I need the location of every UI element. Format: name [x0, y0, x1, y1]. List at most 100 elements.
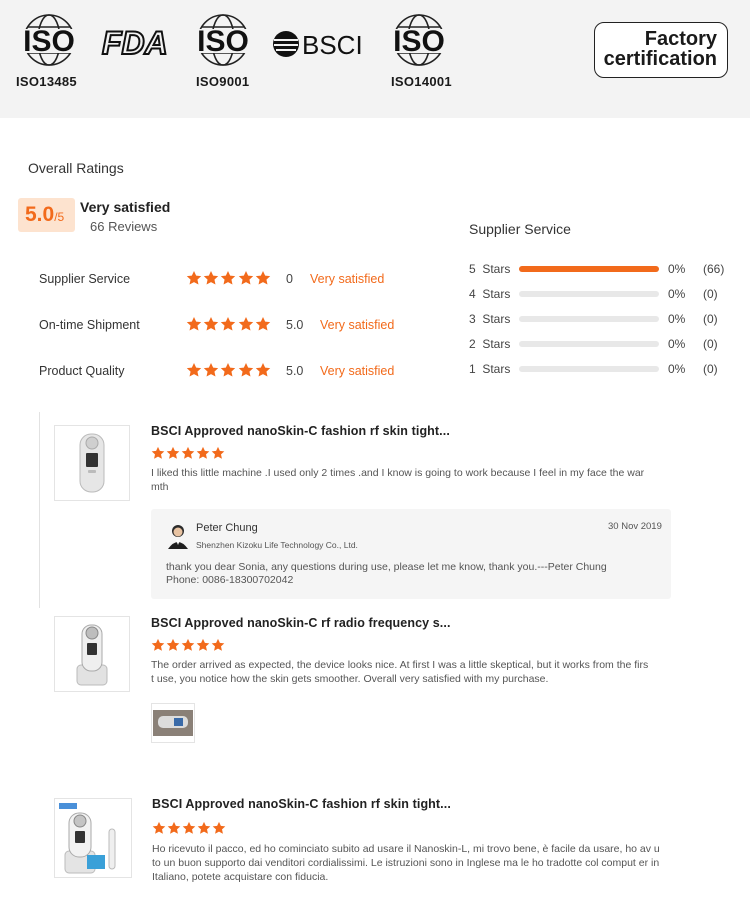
distribution-percent: 0%	[668, 312, 686, 326]
distribution-bar-track	[519, 266, 659, 272]
reply-author-name: Peter Chung	[196, 522, 258, 534]
review-text: The order arrived as expected, the devic…	[151, 659, 649, 685]
metric-score: 5.0	[286, 364, 304, 378]
distribution-bar-track	[519, 341, 659, 347]
star-icon	[196, 446, 210, 459]
distribution-percent: 0%	[668, 287, 686, 301]
star-icon	[203, 362, 219, 377]
overall-score-value: 5.0	[25, 203, 55, 226]
overall-score-badge: 5.0/5	[18, 198, 75, 232]
product-device-icon	[59, 803, 116, 874]
bsci-logo-icon: BSCI	[273, 30, 363, 60]
distribution-row[interactable]: 1 Stars 0% (0)	[469, 362, 739, 378]
star-icon	[203, 270, 219, 285]
star-icon	[186, 270, 202, 285]
star-icon	[166, 638, 180, 651]
overall-ratings-title: Overall Ratings	[28, 160, 124, 176]
distribution-title: Supplier Service	[469, 221, 571, 237]
review-product-title[interactable]: BSCI Approved nanoSkin-C fashion rf skin…	[152, 797, 451, 811]
review-rating	[151, 446, 226, 465]
review-count[interactable]: 66 Reviews	[90, 219, 157, 234]
star-icon	[182, 821, 196, 834]
review-text: I liked this little machine .I used only…	[151, 467, 645, 493]
review-product-title[interactable]: BSCI Approved nanoSkin-C rf radio freque…	[151, 616, 451, 630]
factory-certification-badge: Factory certification	[594, 22, 728, 78]
reply-message: thank you dear Sonia, any questions duri…	[166, 561, 636, 587]
iso-logo-icon: ISO	[386, 14, 452, 66]
metric-stars	[186, 270, 272, 288]
star-icon	[152, 821, 166, 834]
star-icon	[255, 362, 270, 377]
supplier-reply: Peter Chung Shenzhen Kizoku Life Technol…	[151, 509, 671, 599]
distribution-label: 4 Stars	[469, 287, 511, 301]
distribution-count: (0)	[703, 287, 718, 301]
distribution-count: (0)	[703, 362, 718, 376]
star-icon	[238, 316, 253, 331]
review-rating	[152, 821, 227, 840]
distribution-count: (0)	[703, 337, 718, 351]
distribution-bar-track	[519, 291, 659, 297]
star-icon	[197, 821, 211, 834]
star-icon	[255, 270, 270, 285]
metric-row: On-time Shipment 5.0 Very satisfied	[0, 316, 420, 336]
star-icon	[181, 446, 195, 459]
overall-score-text: Very satisfied	[80, 199, 171, 215]
metric-score: 5.0	[286, 318, 304, 332]
star-icon	[221, 270, 236, 285]
product-thumbnail[interactable]	[54, 616, 130, 692]
star-icon	[238, 362, 253, 377]
star-icon	[181, 638, 195, 651]
distribution-bar-track	[519, 366, 659, 372]
reply-company: Shenzhen Kizoku Life Technology Co., Ltd…	[196, 540, 358, 550]
overall-score-suffix: /5	[54, 210, 65, 224]
star-icon	[212, 821, 226, 834]
svg-text:ISO: ISO	[197, 25, 249, 58]
distribution-row[interactable]: 4 Stars 0% (0)	[469, 287, 739, 303]
product-thumbnail[interactable]	[54, 425, 130, 501]
review-product-title[interactable]: BSCI Approved nanoSkin-C fashion rf skin…	[151, 424, 450, 438]
distribution-row[interactable]: 3 Stars 0% (0)	[469, 312, 739, 328]
factory-badge-line2: certification	[603, 48, 717, 70]
review-text: Ho ricevuto il pacco, ed ho cominciato s…	[152, 843, 660, 883]
star-icon	[196, 638, 210, 651]
star-icon	[238, 270, 253, 285]
metric-description: Very satisfied	[310, 272, 385, 286]
star-icon	[221, 316, 236, 331]
certification-bar: ISO ISO13485 FDA ISO ISO9001 BSCI ISO IS…	[0, 0, 750, 118]
star-icon	[151, 638, 165, 651]
star-icon	[151, 446, 165, 459]
iso9001-caption: ISO9001	[196, 74, 250, 89]
distribution-count: (0)	[703, 312, 718, 326]
product-thumbnail[interactable]	[54, 798, 132, 878]
review-divider	[39, 412, 40, 608]
metric-stars	[186, 316, 272, 334]
distribution-label: 5 Stars	[469, 262, 511, 276]
metric-label: On-time Shipment	[39, 318, 140, 332]
distribution-percent: 0%	[668, 262, 686, 276]
product-device-icon	[79, 433, 105, 493]
avatar-icon	[168, 525, 188, 549]
metric-row: Supplier Service 0 Very satisfied	[0, 270, 420, 290]
svg-text:BSCI: BSCI	[302, 30, 363, 60]
distribution-count: (66)	[703, 262, 725, 276]
svg-text:ISO: ISO	[393, 25, 445, 58]
metric-label: Product Quality	[39, 364, 125, 378]
iso14001-caption: ISO14001	[391, 74, 452, 89]
review-photo-image	[153, 710, 193, 736]
star-icon	[203, 316, 219, 331]
metric-description: Very satisfied	[320, 318, 395, 332]
svg-text:FDA: FDA	[102, 26, 168, 58]
metric-label: Supplier Service	[39, 272, 131, 286]
distribution-label: 1 Stars	[469, 362, 511, 376]
distribution-row[interactable]: 2 Stars 0% (0)	[469, 337, 739, 353]
review-photo[interactable]	[151, 703, 195, 743]
distribution-row[interactable]: 5 Stars 0% (66)	[469, 262, 739, 278]
metric-row: Product Quality 5.0 Very satisfied	[0, 362, 420, 382]
star-icon	[166, 446, 180, 459]
distribution-percent: 0%	[668, 362, 686, 376]
star-icon	[211, 446, 225, 459]
fda-logo-icon: FDA	[101, 26, 169, 58]
distribution-bar-track	[519, 316, 659, 322]
distribution-label: 2 Stars	[469, 337, 511, 351]
metric-description: Very satisfied	[320, 364, 395, 378]
